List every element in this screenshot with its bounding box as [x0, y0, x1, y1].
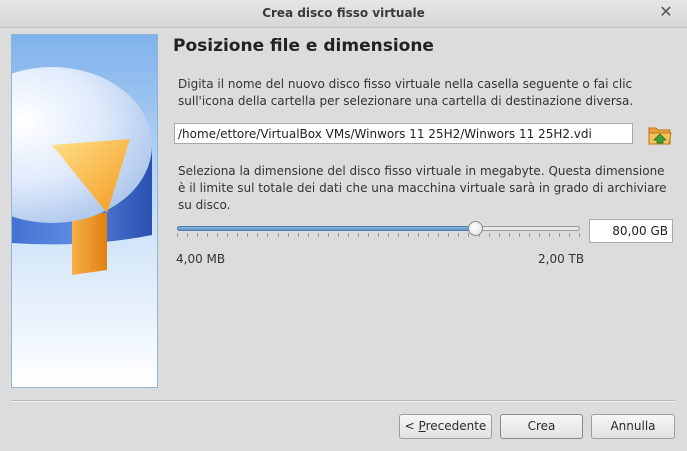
slider-tick	[539, 233, 540, 237]
slider-tick	[358, 233, 359, 237]
slider-tick	[458, 233, 459, 237]
window-title: Crea disco fisso virtuale	[262, 6, 425, 20]
slider-tick	[489, 233, 490, 237]
slider-tick	[348, 233, 349, 237]
slider-tick	[177, 233, 178, 237]
slider-tick	[217, 233, 218, 237]
slider-tick	[579, 233, 580, 237]
slider-tick	[559, 233, 560, 237]
back-button[interactable]: < Precedente	[399, 414, 492, 439]
slider-tick	[438, 233, 439, 237]
slider-min-label: 4,00 MB	[176, 252, 226, 266]
disk-size-slider[interactable]	[177, 220, 580, 238]
slider-tick	[278, 233, 279, 237]
slider-handle[interactable]	[468, 221, 483, 236]
file-path-input[interactable]	[174, 123, 633, 144]
create-button[interactable]: Crea	[500, 414, 583, 439]
slider-tick	[207, 233, 208, 237]
slider-tick	[378, 233, 379, 237]
slider-tick	[308, 233, 309, 237]
slider-tick	[247, 233, 248, 237]
slider-tick	[509, 233, 510, 237]
close-icon[interactable]: ✕	[657, 3, 675, 21]
slider-tick	[499, 233, 500, 237]
hard-disk-illustration	[12, 35, 157, 387]
slider-tick	[529, 233, 530, 237]
slider-tick	[318, 233, 319, 237]
slider-tick	[267, 233, 268, 237]
size-description: Seleziona la dimensione del disco fisso …	[178, 164, 667, 212]
slider-tick	[428, 233, 429, 237]
button-separator	[11, 400, 675, 402]
slider-tick	[418, 233, 419, 237]
slider-tick	[388, 233, 389, 237]
slider-tick	[468, 233, 469, 237]
slider-tick	[549, 233, 550, 237]
slider-tick	[408, 233, 409, 237]
slider-tick	[288, 233, 289, 237]
slider-tick	[227, 233, 228, 237]
slider-tick	[519, 233, 520, 237]
slider-tick	[328, 233, 329, 237]
size-value-input[interactable]	[589, 219, 673, 243]
location-description: Digita il nome del nuovo disco fisso vir…	[178, 77, 634, 108]
back-button-prefix: <	[404, 419, 419, 433]
slider-tick	[448, 233, 449, 237]
folder-open-icon	[648, 127, 672, 145]
choose-folder-button[interactable]	[647, 122, 673, 148]
slider-tick	[368, 233, 369, 237]
dialog-window: Crea disco fisso virtuale ✕ Posizione fi…	[0, 0, 687, 451]
slider-tick	[338, 233, 339, 237]
slider-tick	[237, 233, 238, 237]
slider-tick	[187, 233, 188, 237]
page-title: Posizione file e dimensione	[173, 36, 434, 56]
slider-tick	[298, 233, 299, 237]
slider-max-label: 2,00 TB	[538, 252, 585, 266]
title-bar[interactable]: Crea disco fisso virtuale ✕	[0, 0, 687, 28]
slider-tick	[569, 233, 570, 237]
wizard-side-image	[11, 34, 158, 388]
back-button-accelerator: P	[418, 419, 426, 433]
slider-tick	[197, 233, 198, 237]
slider-ticks	[177, 233, 580, 238]
slider-tick	[257, 233, 258, 237]
back-button-label: recedente	[425, 419, 487, 433]
slider-tick	[398, 233, 399, 237]
cancel-button[interactable]: Annulla	[591, 414, 675, 439]
slider-fill	[177, 226, 475, 231]
